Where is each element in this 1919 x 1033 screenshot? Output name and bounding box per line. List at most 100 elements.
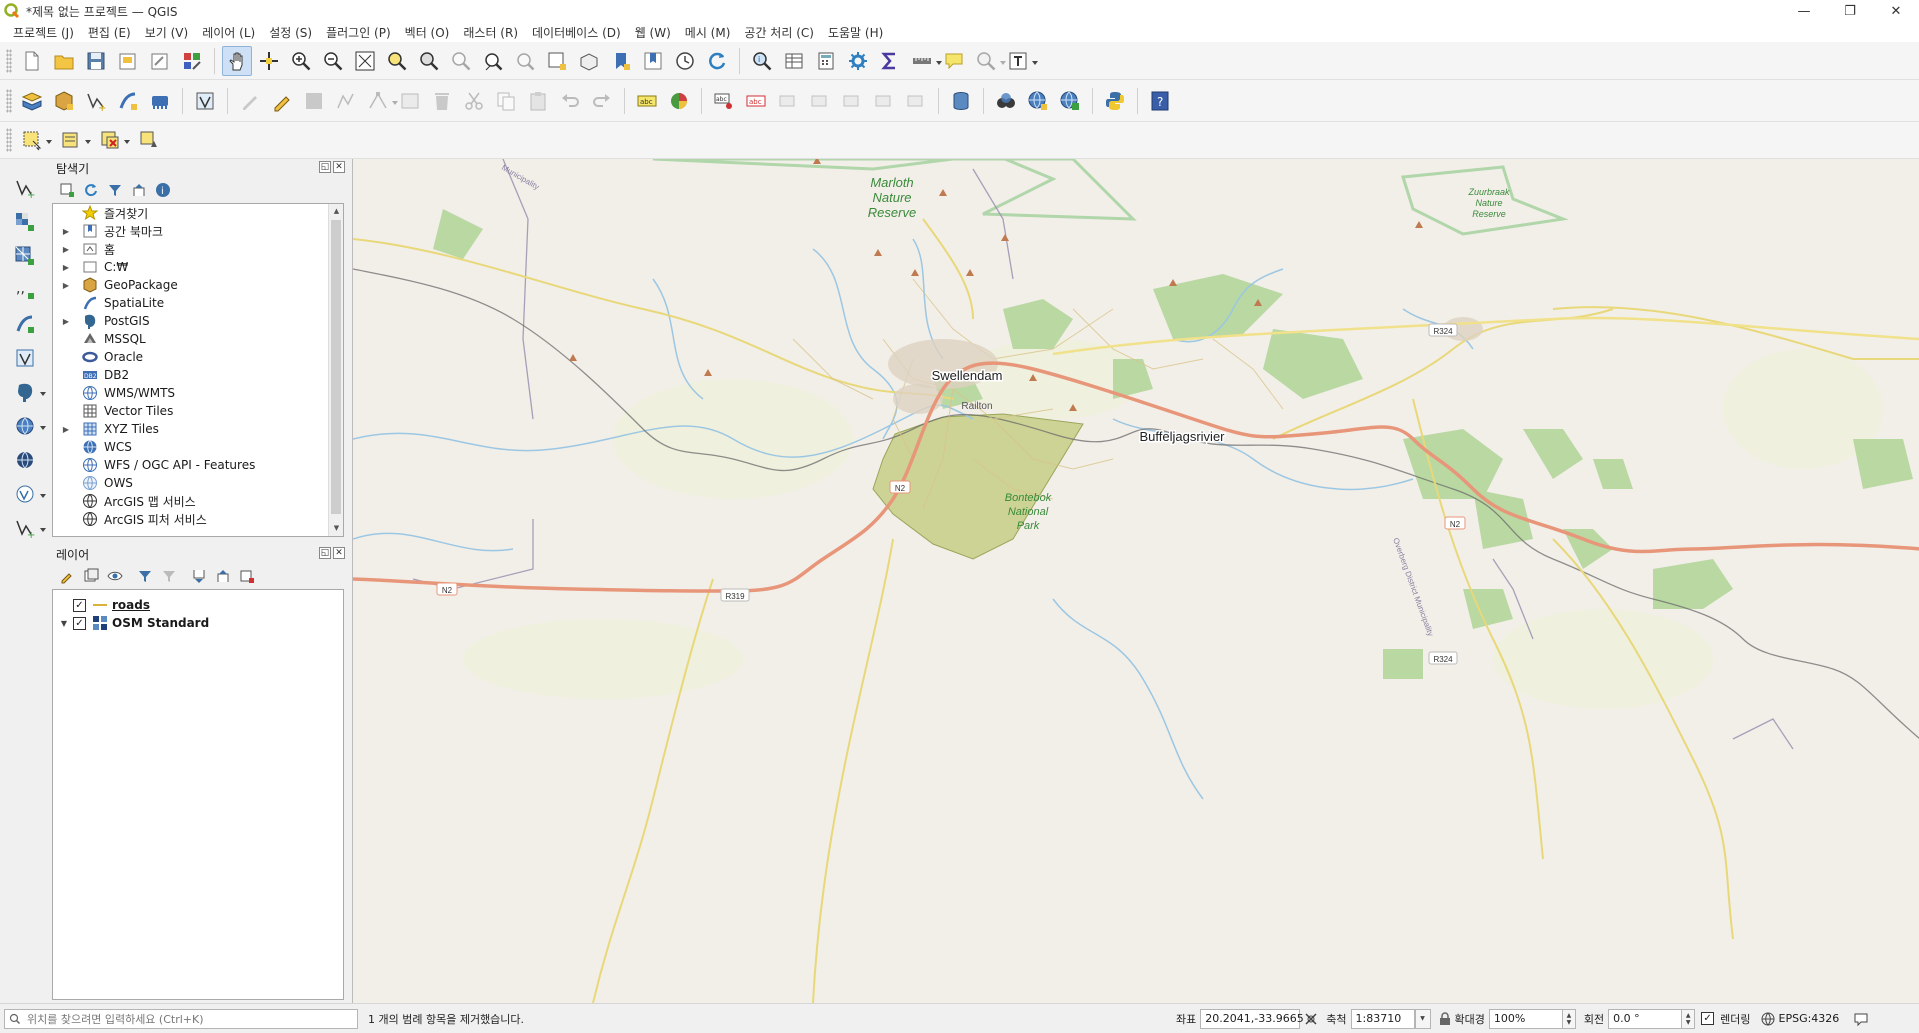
add-virtual-layer-button[interactable] <box>10 343 40 373</box>
add-delimited-text-button[interactable]: ,, <box>10 275 40 305</box>
paste-features-button[interactable] <box>523 86 553 116</box>
browser-item[interactable]: WFS / OGC API - Features <box>53 456 343 474</box>
temporal-controller-button[interactable] <box>670 46 700 76</box>
crs-globe-icon[interactable] <box>1761 1012 1775 1026</box>
layer-visibility-checkbox[interactable]: ✓ <box>73 616 86 630</box>
change-label-button[interactable] <box>837 86 867 116</box>
zoom-to-selection-button[interactable] <box>382 46 412 76</box>
layer-labeling-button[interactable]: abc <box>632 86 662 116</box>
expand-arrow-icon[interactable]: ▼ <box>57 619 71 628</box>
layer-name[interactable]: OSM Standard <box>112 616 209 630</box>
crs-label[interactable]: EPSG:4326 <box>1779 1012 1840 1025</box>
menu-project[interactable]: 프로젝트 (J) <box>6 24 81 41</box>
scroll-down-arrow-icon[interactable]: ▼ <box>329 521 343 536</box>
manage-map-themes-button[interactable] <box>105 566 125 586</box>
filter-legend-button[interactable] <box>135 566 155 586</box>
menu-database[interactable]: 데이터베이스 (D) <box>525 24 628 41</box>
toolbar-grip[interactable] <box>6 48 12 73</box>
toggle-extents-icon[interactable] <box>1304 1012 1318 1026</box>
toolbar-grip[interactable] <box>6 88 12 113</box>
new-print-layout-button[interactable] <box>113 46 143 76</box>
new-project-button[interactable] <box>17 46 47 76</box>
browser-item[interactable]: ArcGIS 피처 서비스 <box>53 510 343 528</box>
expand-arrow-icon[interactable]: ▶ <box>60 263 72 272</box>
expand-arrow-icon[interactable]: ▶ <box>60 317 72 326</box>
scroll-up-arrow-icon[interactable]: ▲ <box>329 204 343 219</box>
messages-icon[interactable] <box>1853 1011 1869 1027</box>
delete-selected-button[interactable] <box>427 86 457 116</box>
new-spatialite-layer-button[interactable] <box>113 86 143 116</box>
open-layer-styling-button[interactable] <box>57 566 77 586</box>
vertex-tool-button[interactable] <box>363 86 398 116</box>
save-project-button[interactable] <box>81 46 111 76</box>
float-panel-button[interactable]: ◱ <box>319 547 331 559</box>
current-edits-button[interactable] <box>235 86 265 116</box>
zoom-next-button[interactable] <box>510 46 540 76</box>
layer-row-roads[interactable]: ✓ roads <box>53 596 343 614</box>
add-group-button[interactable] <box>81 566 101 586</box>
add-point-cloud-button[interactable]: + <box>10 513 46 543</box>
menu-mesh[interactable]: 메시 (M) <box>678 24 738 41</box>
zoom-native-button[interactable] <box>446 46 476 76</box>
filter-by-expression-button[interactable] <box>159 566 179 586</box>
add-vector-tile-button[interactable] <box>10 479 46 509</box>
add-feature-button[interactable] <box>331 86 361 116</box>
osm-map-render[interactable]: Marloth Nature Reserve Zuurbraak Nature … <box>353 159 1919 1003</box>
menu-web[interactable]: 웹 (W) <box>628 24 678 41</box>
add-spatialite-layer-button[interactable] <box>10 309 40 339</box>
close-panel-button[interactable]: ✕ <box>333 547 345 559</box>
data-source-manager-button[interactable] <box>17 86 47 116</box>
browser-item[interactable]: SpatiaLite <box>53 294 343 312</box>
minimize-button[interactable]: — <box>1781 0 1827 22</box>
browser-item[interactable]: ▶ GeoPackage <box>53 276 343 294</box>
browser-item[interactable]: ▶ XYZ Tiles <box>53 420 343 438</box>
properties-widget-button[interactable]: i <box>153 180 173 200</box>
toolbar-grip[interactable] <box>6 128 12 152</box>
zoom-out-button[interactable] <box>318 46 348 76</box>
add-wfs-button[interactable] <box>10 445 40 475</box>
coordinate-field[interactable]: 20.2041,-33.9665 <box>1200 1008 1304 1029</box>
menu-settings[interactable]: 설정 (S) <box>262 24 319 41</box>
undo-button[interactable] <box>555 86 585 116</box>
deselect-features-button[interactable] <box>95 125 130 155</box>
collapse-all-button[interactable] <box>129 180 149 200</box>
add-wms-layer-button[interactable] <box>1023 86 1053 116</box>
locator-search-input[interactable]: 위치를 찾으려면 입력하세요 (Ctrl+K) <box>4 1008 358 1029</box>
add-postgis-layer-button[interactable] <box>10 377 46 407</box>
browser-item[interactable]: ▶ PostGIS <box>53 312 343 330</box>
layout-manager-button[interactable] <box>145 46 175 76</box>
rotate-label-button[interactable] <box>805 86 835 116</box>
scrollbar-thumb[interactable] <box>331 220 341 514</box>
browser-refresh-button[interactable] <box>81 180 101 200</box>
layer-visibility-checkbox[interactable]: ✓ <box>73 598 86 612</box>
browser-item[interactable]: ArcGIS 맵 서비스 <box>53 492 343 510</box>
redo-button[interactable] <box>587 86 617 116</box>
browser-item[interactable]: ▶ 공간 북마크 <box>53 222 343 240</box>
new-geopackage-layer-button[interactable] <box>49 86 79 116</box>
measure-line-button[interactable] <box>907 46 942 76</box>
copy-features-button[interactable] <box>491 86 521 116</box>
map-canvas[interactable]: Marloth Nature Reserve Zuurbraak Nature … <box>352 159 1919 1003</box>
style-manager-button[interactable] <box>177 46 207 76</box>
expand-arrow-icon[interactable]: ▶ <box>60 281 72 290</box>
add-wcs-layer-button[interactable] <box>1055 86 1085 116</box>
add-mesh-layer-button[interactable] <box>10 241 40 271</box>
menu-view[interactable]: 보기 (V) <box>138 24 195 41</box>
rotation-spinner[interactable]: ▲ ▼ <box>1682 1008 1696 1029</box>
new-3d-view-button[interactable] <box>574 46 604 76</box>
zoom-to-layer-button[interactable] <box>414 46 444 76</box>
layer-diagram-button[interactable] <box>664 86 694 116</box>
select-features-button[interactable] <box>17 125 52 155</box>
new-shapefile-layer-button[interactable]: + <box>81 86 111 116</box>
identify-features-button[interactable]: i <box>747 46 777 76</box>
scale-combobox[interactable]: 1:83710 <box>1350 1008 1415 1029</box>
add-vector-layer-button[interactable]: + <box>10 173 40 203</box>
expand-arrow-icon[interactable]: ▶ <box>60 425 72 434</box>
pin-labels-button[interactable]: abc <box>709 86 739 116</box>
open-project-button[interactable] <box>49 46 79 76</box>
show-bookmarks-button[interactable] <box>638 46 668 76</box>
browser-item[interactable]: OWS <box>53 474 343 492</box>
expand-all-button[interactable] <box>189 566 209 586</box>
pan-map-button[interactable] <box>222 45 252 76</box>
new-bookmark-button[interactable] <box>606 46 636 76</box>
